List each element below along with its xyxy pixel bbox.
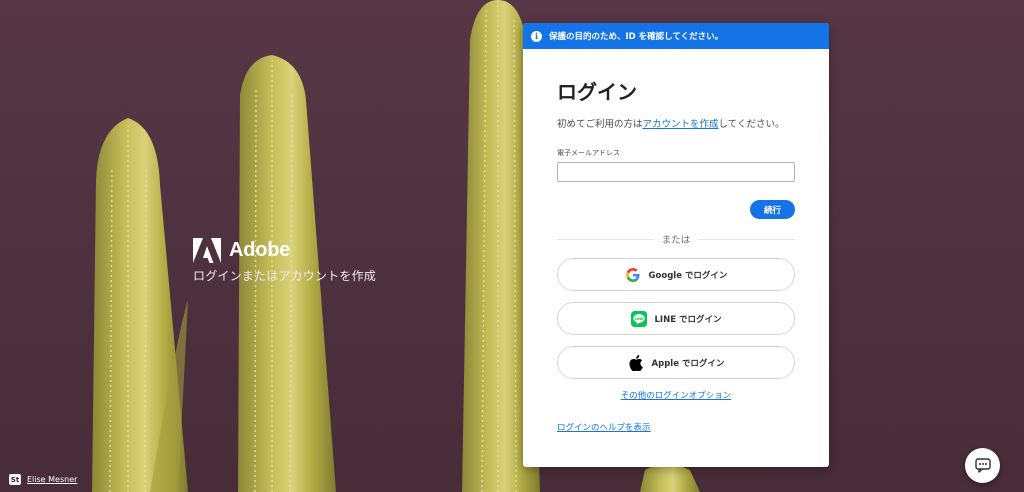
line-icon: LINE xyxy=(630,310,647,327)
chat-button[interactable] xyxy=(965,448,1000,483)
stock-badge-icon: St xyxy=(9,474,21,485)
chat-icon xyxy=(974,458,991,473)
brand-block: Adobe ログインまたはアカウントを作成 xyxy=(193,238,376,284)
page-title: ログイン xyxy=(557,80,637,104)
adobe-logo-icon xyxy=(193,238,221,263)
login-form: ログイン 初めてご利用の方はアカウントを作成してください。 電子メールアドレス … xyxy=(523,76,829,433)
subtitle-suffix: してください。 xyxy=(718,119,785,130)
google-login-label: Google でログイン xyxy=(648,270,728,281)
other-options-row: その他のログインオプション xyxy=(557,389,795,401)
background-image xyxy=(0,0,1024,492)
create-account-link[interactable]: アカウントを作成 xyxy=(643,119,719,130)
apple-login-label: Apple でログイン xyxy=(651,358,725,369)
svg-text:LINE: LINE xyxy=(634,317,644,321)
subtitle-prefix: 初めてご利用の方は xyxy=(557,119,643,130)
or-divider: または xyxy=(557,232,795,246)
google-login-button[interactable]: Google でログイン xyxy=(557,258,795,291)
brand-tagline: ログインまたはアカウントを作成 xyxy=(193,269,377,283)
photo-credit-link[interactable]: Elise Mesner xyxy=(27,475,77,484)
login-subtitle: 初めてご利用の方はアカウントを作成してください。 xyxy=(557,116,795,130)
verification-banner: i 保護の目的のため、ID を確認してください。 xyxy=(523,23,829,49)
help-row: ログインのヘルプを表示 xyxy=(557,421,795,433)
continue-row: 続行 xyxy=(557,200,795,219)
email-label: 電子メールアドレス xyxy=(557,149,620,157)
apple-login-button[interactable]: Apple でログイン xyxy=(557,346,795,379)
login-card: i 保護の目的のため、ID を確認してください。 ログイン 初めてご利用の方はア… xyxy=(523,23,829,467)
banner-text: 保護の目的のため、ID を確認してください。 xyxy=(549,32,724,42)
login-help-link[interactable]: ログインのヘルプを表示 xyxy=(557,423,651,433)
divider-text: または xyxy=(653,232,699,246)
photo-credit: St Elise Mesner xyxy=(9,474,77,485)
email-field[interactable] xyxy=(557,162,795,182)
other-login-options-link[interactable]: その他のログインオプション xyxy=(621,391,732,401)
brand-row: Adobe xyxy=(193,238,376,263)
continue-button[interactable]: 続行 xyxy=(749,200,795,219)
google-icon xyxy=(625,267,641,283)
line-login-button[interactable]: LINE LINE でログイン xyxy=(557,302,795,335)
line-login-label: LINE でログイン xyxy=(654,314,722,325)
brand-name: Adobe xyxy=(229,239,291,261)
apple-icon xyxy=(628,354,644,371)
cactus-illustration xyxy=(92,0,700,492)
info-icon: i xyxy=(531,30,542,42)
